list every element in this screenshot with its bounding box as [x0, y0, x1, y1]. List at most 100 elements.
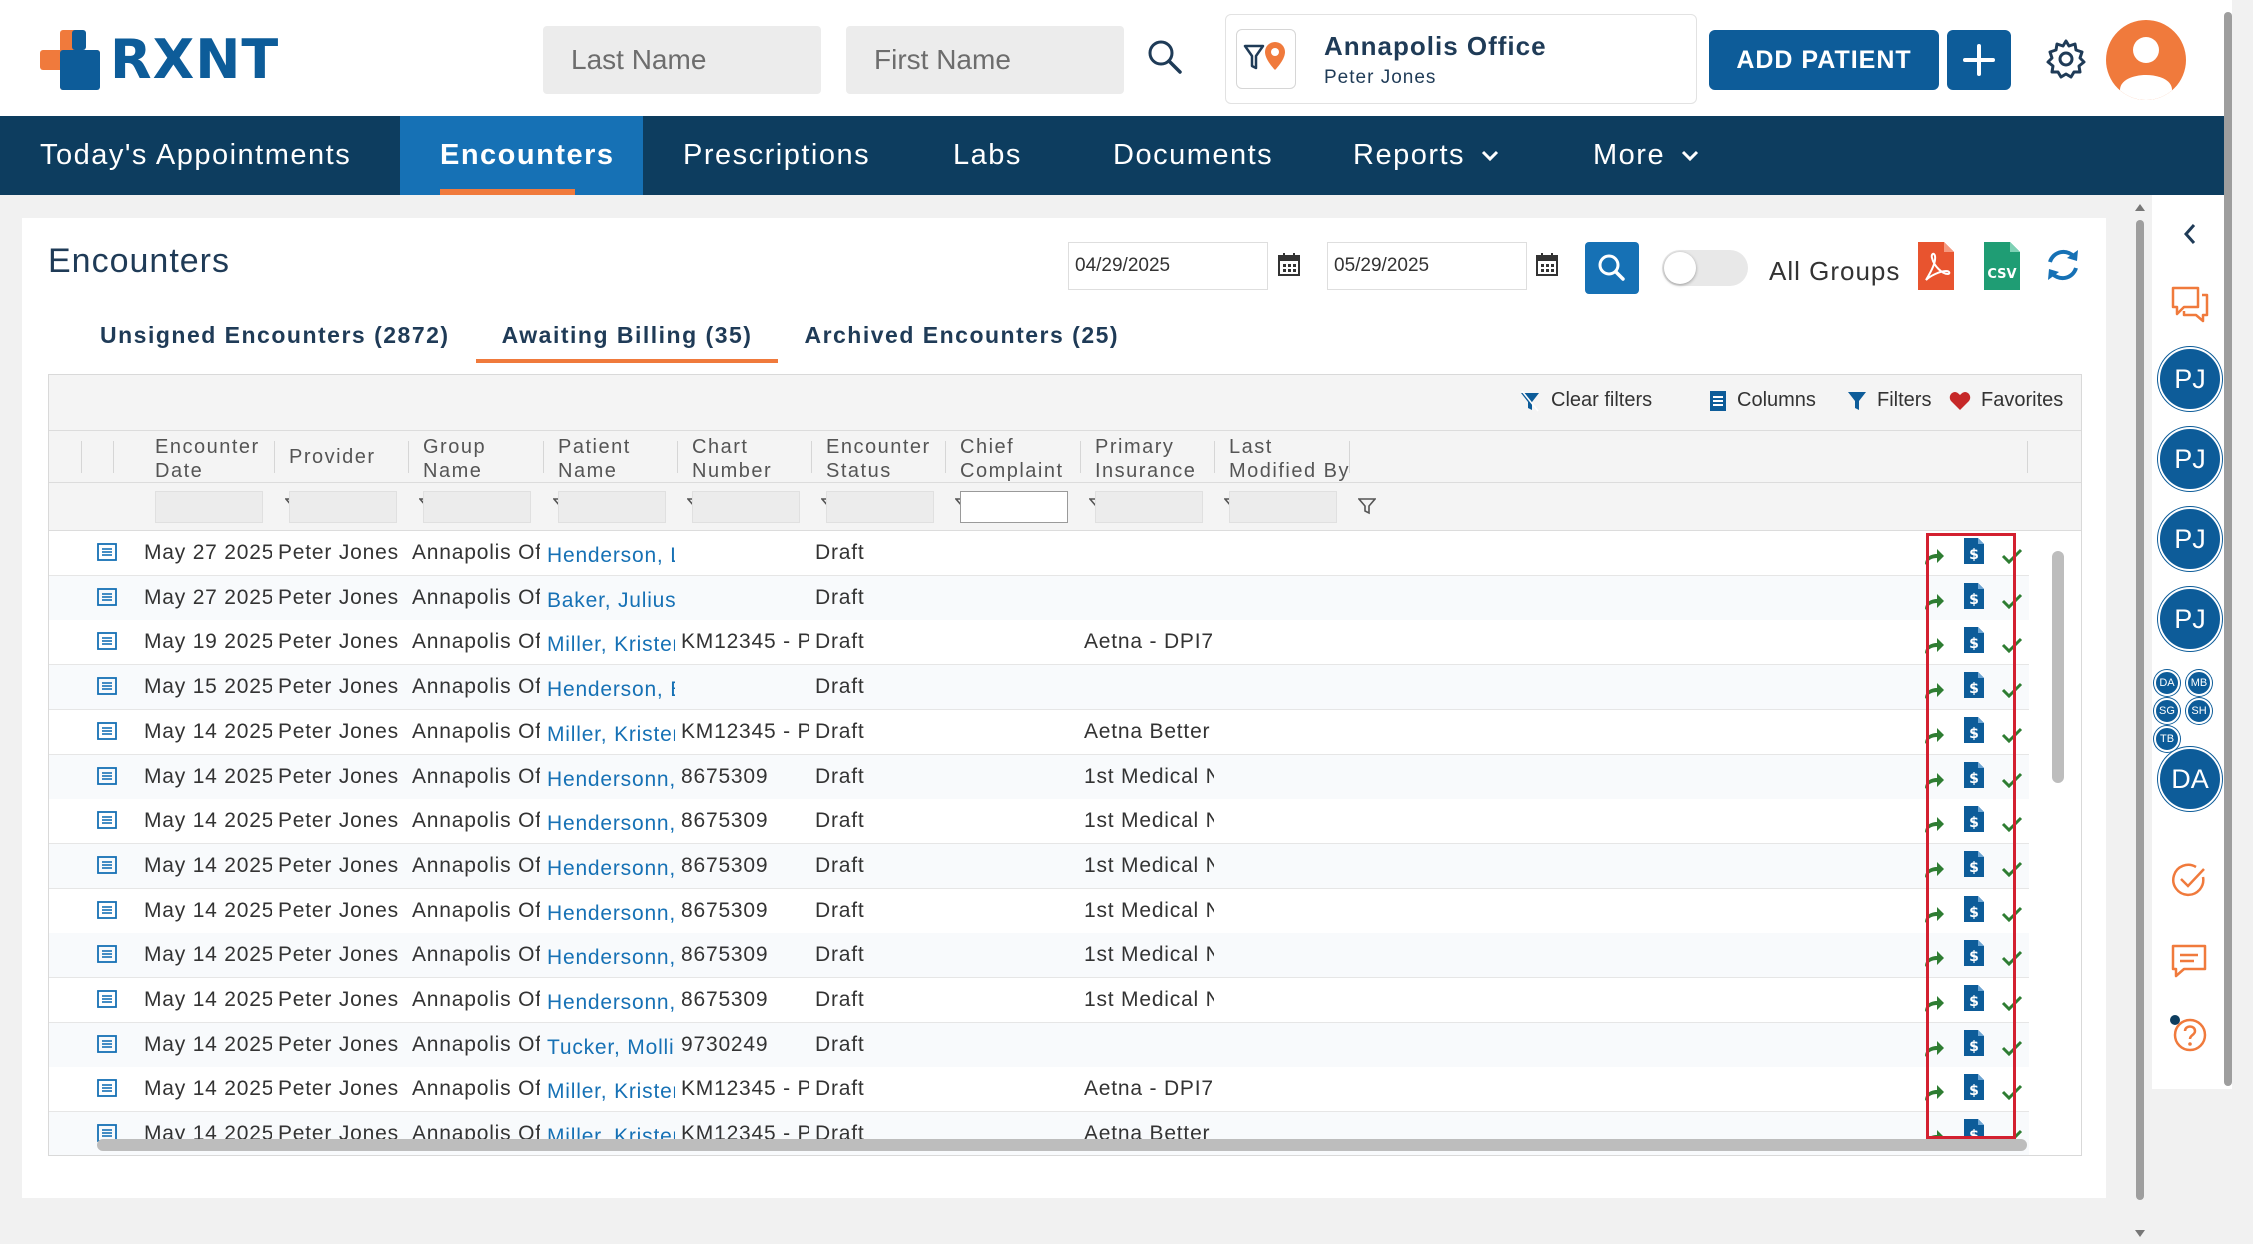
filter-input-encounter-date[interactable] — [155, 491, 263, 523]
encounter-details-icon[interactable] — [97, 632, 117, 650]
filter-input-last-modified-by[interactable] — [1229, 491, 1337, 523]
user-bubble-small[interactable]: DA — [2154, 670, 2180, 696]
table-row[interactable]: May 14 2025 Peter Jones c/o ... Annapolis … — [49, 978, 2029, 1023]
encounter-details-icon[interactable] — [97, 811, 117, 829]
encounter-details-icon[interactable] — [97, 856, 117, 874]
cell-patient-name-link[interactable]: Miller, Kristen — [547, 633, 675, 657]
table-row[interactable]: May 27 2025 Peter Jones c/o ... Annapolis … — [49, 576, 2029, 621]
nav-todays-appointments[interactable]: Today's Appointments — [0, 116, 400, 195]
user-bubble-small[interactable]: SG — [2154, 698, 2180, 724]
cell-patient-name-link[interactable]: Hendersonn, Rita — [547, 768, 675, 792]
all-groups-toggle[interactable] — [1662, 250, 1748, 286]
tab-awaiting-billing[interactable]: Awaiting Billing (35) — [475, 312, 779, 363]
last-name-input[interactable] — [543, 26, 821, 94]
table-row[interactable]: May 27 2025 Peter Jones c/o ... Annapolis … — [49, 531, 2029, 576]
table-row[interactable]: May 14 2025 Peter Jones c/o ... Annapolis … — [49, 1023, 2029, 1068]
table-row[interactable]: May 14 2025 Peter Jones c/o ... Annapolis … — [49, 710, 2029, 755]
cell-patient-name-link[interactable]: Hendersonn, Rita — [547, 857, 675, 881]
encounter-details-icon[interactable] — [97, 767, 117, 785]
encounter-details-icon[interactable] — [97, 901, 117, 919]
help-icon[interactable] — [2168, 1013, 2208, 1053]
chat-bubbles-icon[interactable] — [2170, 285, 2210, 323]
nav-prescriptions[interactable]: Prescriptions — [643, 116, 913, 195]
cell-patient-name-link[interactable]: Henderson, Lisa — [547, 544, 675, 568]
rxnt-logo[interactable]: RXNT — [40, 28, 279, 91]
header-last-modified-by[interactable]: Last Modified By — [1229, 435, 1389, 482]
cell-patient-name-link[interactable]: Miller, Kristen — [547, 1080, 675, 1104]
nav-reports[interactable]: Reports — [1313, 116, 1553, 195]
cell-patient-name-link[interactable]: Hendersonn, Rita — [547, 902, 675, 926]
user-bubble[interactable]: PJ — [2158, 507, 2222, 571]
calendar-icon[interactable] — [1536, 252, 1558, 276]
user-bubble-small[interactable]: SH — [2186, 698, 2212, 724]
quick-add-button[interactable] — [1947, 30, 2011, 90]
filters-button[interactable]: Filters — [1847, 389, 1931, 412]
table-row[interactable]: May 14 2025 Peter Jones c/o ... Annapolis … — [49, 889, 2029, 934]
cell-patient-name-link[interactable]: Hendersonn, Rita — [547, 991, 675, 1015]
table-row[interactable]: May 14 2025 Peter Jones c/o ... Annapolis … — [49, 844, 2029, 889]
grid-horizontal-scrollbar[interactable] — [97, 1139, 2027, 1151]
message-icon[interactable] — [2170, 943, 2208, 979]
refresh-icon[interactable] — [2044, 246, 2082, 284]
encounter-details-icon[interactable] — [97, 945, 117, 963]
nav-encounters[interactable]: Encounters — [400, 116, 643, 195]
columns-button[interactable]: Columns — [1709, 389, 1816, 412]
cell-patient-name-link[interactable]: Miller, Kristen — [547, 723, 675, 747]
user-bubble[interactable]: PJ — [2158, 427, 2222, 491]
grid-vertical-scrollbar[interactable] — [2052, 551, 2064, 783]
filter-input-encounter-status[interactable] — [826, 491, 934, 523]
task-check-icon[interactable] — [2170, 861, 2208, 899]
cell-patient-name-link[interactable]: Baker, Julius — [547, 589, 675, 613]
cell-patient-name-link[interactable]: Hendersonn, Rita — [547, 812, 675, 836]
date-to-input[interactable] — [1327, 242, 1527, 290]
encounter-details-icon[interactable] — [97, 1079, 117, 1097]
cell-patient-name-link[interactable]: Tucker, Mollie — [547, 1036, 675, 1060]
filter-input-provider[interactable] — [289, 491, 397, 523]
table-row[interactable]: May 14 2025 Peter Jones c/o ... Annapolis … — [49, 755, 2029, 800]
collapse-chevron-left-icon[interactable] — [2182, 223, 2198, 245]
tab-archived-encounters[interactable]: Archived Encounters (25) — [778, 312, 1145, 363]
filter-input-group-name[interactable] — [423, 491, 531, 523]
settings-gear-icon[interactable] — [2045, 38, 2087, 80]
filter-icon[interactable] — [1358, 497, 1376, 515]
user-bubble[interactable]: PJ — [2158, 347, 2222, 411]
patient-search-icon[interactable] — [1146, 38, 1184, 76]
date-search-button[interactable] — [1585, 242, 1639, 294]
table-row[interactable]: May 14 2025 Peter Jones c/o ... Annapolis … — [49, 933, 2029, 978]
nav-more[interactable]: More — [1553, 116, 1773, 195]
user-bubble[interactable]: PJ — [2158, 587, 2222, 651]
encounter-details-icon[interactable] — [97, 1035, 117, 1053]
user-bubble-small[interactable]: MB — [2186, 670, 2212, 696]
nav-documents[interactable]: Documents — [1073, 116, 1313, 195]
tab-unsigned-encounters[interactable]: Unsigned Encounters (2872) — [74, 312, 476, 363]
sidebar-scrollbar[interactable] — [2224, 12, 2232, 1086]
user-bubble-small[interactable]: TB — [2154, 726, 2180, 752]
scroll-down-arrow-icon[interactable] — [2133, 1228, 2147, 1240]
table-row[interactable]: May 14 2025 Peter Jones c/o ... Annapolis … — [49, 1067, 2029, 1112]
filter-input-patient-name[interactable] — [558, 491, 666, 523]
encounter-details-icon[interactable] — [97, 722, 117, 740]
user-bubble[interactable]: DA — [2158, 747, 2222, 811]
add-patient-button[interactable]: ADD PATIENT — [1709, 30, 1939, 90]
pdf-export-icon[interactable] — [1916, 240, 1956, 292]
cell-patient-name-link[interactable]: Hendersonn, Rita — [547, 946, 675, 970]
csv-export-icon[interactable]: CSV — [1982, 240, 2022, 292]
nav-labs[interactable]: Labs — [913, 116, 1073, 195]
encounter-details-icon[interactable] — [97, 543, 117, 561]
encounter-details-icon[interactable] — [97, 677, 117, 695]
encounter-details-icon[interactable] — [97, 588, 117, 606]
table-row[interactable]: May 19 2025 Peter Jones c/o ... Annapolis … — [49, 620, 2029, 665]
scroll-up-arrow-icon[interactable] — [2133, 201, 2147, 213]
filter-input-chart-number[interactable] — [692, 491, 800, 523]
filter-input-chief-complaint[interactable] — [960, 491, 1068, 523]
favorites-button[interactable]: Favorites — [1949, 389, 2063, 412]
date-from-input[interactable] — [1068, 242, 1268, 290]
table-row[interactable]: May 15 2025 Peter Jones c/o ... Annapolis … — [49, 665, 2029, 710]
first-name-input[interactable] — [846, 26, 1124, 94]
user-avatar[interactable] — [2106, 20, 2186, 100]
cell-patient-name-link[interactable]: Henderson, Bever — [547, 678, 675, 702]
encounter-details-icon[interactable] — [97, 990, 117, 1008]
clear-filters-button[interactable]: Clear filters — [1519, 389, 1652, 412]
filter-input-primary-insurance[interactable] — [1095, 491, 1203, 523]
page-scrollbar[interactable] — [2136, 220, 2144, 1200]
